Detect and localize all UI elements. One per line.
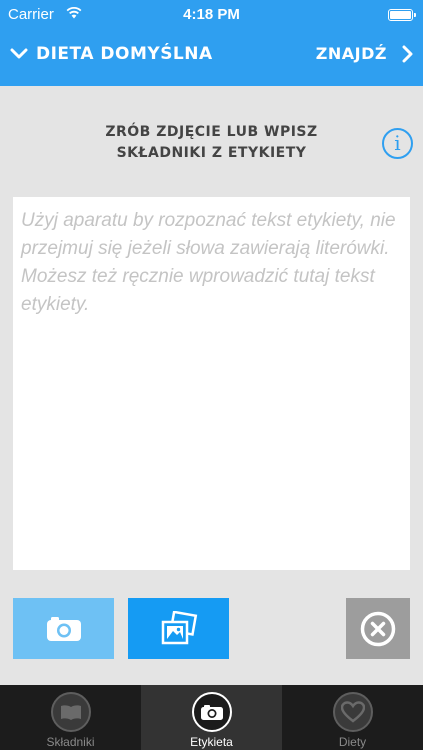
diet-title: DIETA DOMYŚLNA xyxy=(36,44,213,64)
tab-label: Etykieta xyxy=(190,735,233,749)
info-icon[interactable]: i xyxy=(382,128,413,159)
book-icon xyxy=(50,692,91,732)
camera-icon xyxy=(191,692,232,732)
take-photo-button[interactable] xyxy=(13,598,114,659)
photos-icon xyxy=(161,610,197,644)
chevron-down-icon xyxy=(10,48,28,59)
tab-ingredients[interactable]: Składniki xyxy=(0,685,141,750)
diet-selector[interactable]: DIETA DOMYŚLNA xyxy=(10,44,213,64)
heading-line-2: SKŁADNIKI Z ETYKIETY xyxy=(116,145,307,161)
tab-diets[interactable]: Diety xyxy=(282,685,423,750)
find-label: ZNAJDŹ xyxy=(315,44,387,63)
tab-label-scan[interactable]: Etykieta xyxy=(141,685,282,750)
camera-icon xyxy=(46,616,81,641)
top-bar: Carrier 4:18 PM DIETA DOMYŚLNA ZNAJDŹ xyxy=(0,0,423,86)
clock: 4:18 PM xyxy=(183,6,240,23)
heart-icon xyxy=(332,692,373,732)
photo-gallery-button[interactable] xyxy=(128,598,229,659)
instructions-heading: ZRÓB ZDJĘCIE LUB WPISZ SKŁADNIKI Z ETYKI… xyxy=(0,122,423,164)
clear-text-button[interactable] xyxy=(346,598,410,659)
chevron-right-icon xyxy=(402,45,413,62)
tab-label: Diety xyxy=(338,735,367,749)
heading-line-1: ZRÓB ZDJĘCIE LUB WPISZ xyxy=(105,124,318,140)
navigation-bar: DIETA DOMYŚLNA ZNAJDŹ xyxy=(0,30,423,86)
battery-icon xyxy=(388,9,416,21)
tab-bar: Składniki Etykieta Diety xyxy=(0,685,423,750)
close-icon xyxy=(360,611,396,646)
status-bar: Carrier 4:18 PM xyxy=(0,0,423,30)
find-button[interactable]: ZNAJDŹ xyxy=(316,44,413,63)
label-text-input[interactable] xyxy=(13,197,410,570)
tab-label: Składniki xyxy=(46,735,95,749)
